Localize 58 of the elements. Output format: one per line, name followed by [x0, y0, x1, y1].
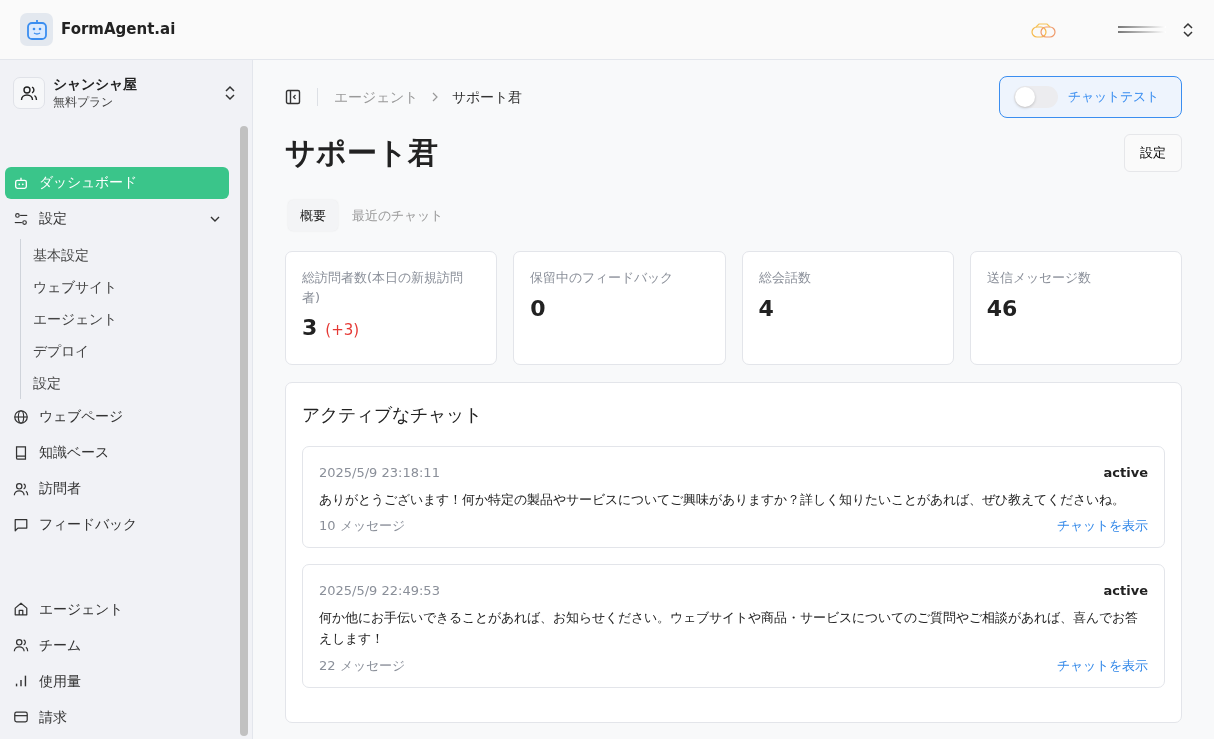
sidebar-item[interactable]: エージェント	[5, 593, 229, 625]
settings-button[interactable]: 設定	[1124, 134, 1182, 172]
page-title: サポート君	[285, 134, 438, 171]
users-icon	[13, 637, 29, 653]
sidebar-item[interactable]: 使用量	[5, 665, 229, 697]
view-chat-link[interactable]: チャットを表示	[1057, 655, 1148, 676]
stat-value: 4	[758, 294, 774, 323]
plan-label: 無料プラン	[53, 93, 114, 111]
sidebar-item[interactable]: チーム	[5, 629, 229, 661]
view-chat-link[interactable]: チャットを表示	[1057, 515, 1148, 536]
globe-icon	[13, 408, 29, 425]
breadcrumb-current: サポート君	[452, 87, 522, 107]
chat-status: active	[1103, 464, 1148, 482]
home-icon	[13, 601, 29, 617]
sidebar-item[interactable]: 設定	[5, 202, 229, 235]
brand-name: FormAgent.ai	[61, 19, 176, 41]
tab[interactable]: 概要	[288, 199, 338, 231]
stat-label: 総訪問者数(本日の新規訪問者)	[302, 269, 465, 307]
coins-icon	[1030, 20, 1058, 39]
robot-logo-icon	[20, 13, 53, 46]
sidebar-item[interactable]: 知識ベース	[5, 436, 229, 469]
chat-message: ありがとうございます！何か特定の製品やサービスについてご興味がありますか？詳しく知りたいことがあれば、ぜひ教えてくださいね。	[319, 490, 1126, 509]
sidebar-subitem[interactable]: デプロイ	[33, 334, 252, 367]
chevron-right-icon	[430, 92, 440, 102]
sidebar-item[interactable]: 訪問者	[5, 472, 229, 505]
users-icon	[13, 480, 29, 497]
book-icon	[13, 444, 29, 461]
chat-icon	[13, 516, 29, 533]
credit-card-icon	[13, 709, 29, 725]
sidebar-subitem[interactable]: ウェブサイト	[33, 270, 252, 303]
stat-label: 送信メッセージ数	[986, 269, 1092, 287]
chevron-up-down-icon[interactable]	[224, 85, 236, 102]
sidebar-subitem[interactable]: エージェント	[33, 302, 252, 335]
sliders-icon	[13, 210, 29, 227]
sidebar-item[interactable]: ウェブページ	[5, 400, 229, 433]
stat-label: 総会話数	[758, 269, 812, 287]
stat-value: 0	[530, 294, 546, 323]
panel-title: アクティブなチャット	[302, 403, 483, 427]
stat-value: 3	[302, 314, 318, 342]
sidebar-subitem[interactable]: 基本設定	[33, 238, 252, 271]
stat-label: 保留中のフィードバック	[530, 269, 675, 287]
sidebar-toggle-icon[interactable]	[285, 89, 301, 105]
chevron-up-down-icon[interactable]	[1182, 21, 1194, 38]
message-count: 22 メッセージ	[319, 656, 405, 675]
stat-value: 46	[986, 294, 1018, 323]
scrollbar[interactable]	[240, 126, 248, 736]
chat-timestamp: 2025/5/9 23:18:11	[319, 464, 440, 482]
chat-timestamp: 2025/5/9 22:49:53	[319, 582, 440, 601]
chat-message: 何か他にお手伝いできることがあれば、お知らせください。ウェブサイトや商品・サービスについてのご質問やご相談があれば、喜んでお答えします！	[319, 608, 1139, 649]
users-icon	[13, 77, 45, 110]
chat-status: active	[1103, 582, 1148, 601]
bar-chart-icon	[13, 673, 29, 689]
workspace-name: シャンシャ屋	[53, 76, 138, 93]
message-count: 10 メッセージ	[319, 516, 405, 535]
sidebar-item[interactable]: フィードバック	[5, 508, 229, 541]
sidebar-subitem[interactable]: 設定	[33, 366, 252, 399]
sidebar-item[interactable]: 請求	[5, 701, 229, 733]
stat-delta: (+3)	[325, 320, 360, 341]
